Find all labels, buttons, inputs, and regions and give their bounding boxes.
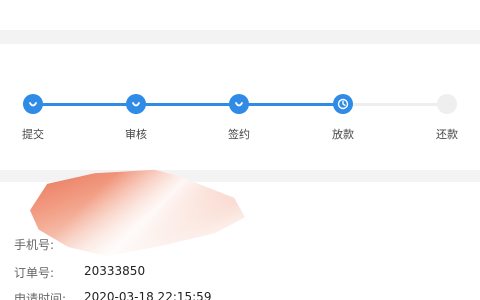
apply-time-row: 申请时间: 2020-03-18 22:15:59 (14, 290, 211, 300)
section-divider (0, 30, 480, 44)
step-label-review: 审核 (125, 128, 147, 141)
step-label-sign: 签约 (228, 128, 250, 141)
order-number-value: 20333850 (84, 264, 146, 278)
step-node-repay (437, 94, 457, 114)
progress-card: 提交 审核 签约 放款 还款 (0, 44, 480, 170)
order-number-label: 订单号: (14, 266, 55, 280)
apply-time-label: 申请时间: (14, 292, 67, 300)
top-bar (0, 0, 480, 30)
step-node-sign (229, 94, 249, 114)
step-label-disburse: 放款 (332, 128, 354, 141)
step-node-review (126, 94, 146, 114)
smile-icon (132, 102, 140, 107)
clock-icon (337, 98, 349, 110)
smile-icon (235, 102, 243, 107)
step-node-disburse (333, 94, 353, 114)
progress-track-done (33, 103, 343, 106)
smile-icon (29, 102, 37, 107)
progress-track-remaining (343, 103, 447, 106)
order-number-row: 订单号: 20333850 (14, 264, 145, 281)
loan-progress-page: 提交 审核 签约 放款 还款 手机号: 订单号: 20333850 申请时间: … (0, 0, 480, 300)
step-label-repay: 还款 (436, 128, 458, 141)
step-node-submit (23, 94, 43, 114)
step-label-submit: 提交 (22, 128, 44, 141)
apply-time-value: 2020-03-18 22:15:59 (84, 290, 212, 300)
